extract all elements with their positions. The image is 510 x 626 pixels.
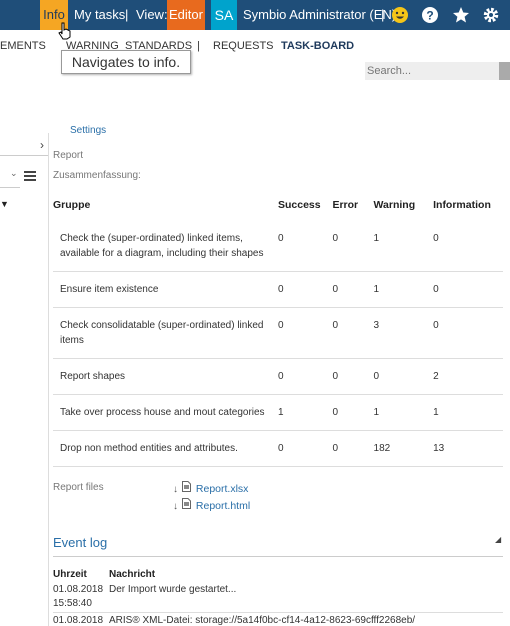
- search-button[interactable]: [499, 62, 510, 80]
- my-tasks-link[interactable]: My tasks: [74, 0, 125, 30]
- nav-elements[interactable]: EMENTS: [0, 40, 46, 52]
- row-information: 13: [433, 430, 503, 467]
- search-box: [365, 62, 510, 82]
- file-icon: [182, 496, 195, 513]
- top-navigation-bar: Info My tasks | View: Editor SA Symbio A…: [0, 0, 510, 30]
- row-information: 0: [433, 271, 503, 308]
- separator: |: [381, 7, 385, 22]
- report-file-html: ↓ Report.html: [173, 496, 250, 514]
- row-warning: 1: [373, 394, 434, 431]
- row-success: 0: [278, 307, 333, 359]
- row-error: 0: [332, 271, 374, 308]
- row-error: 0: [332, 394, 374, 431]
- column-header-error: Error: [332, 199, 359, 211]
- row-error: 0: [332, 307, 374, 359]
- row-information: 1: [433, 394, 503, 431]
- corner-triangle-icon[interactable]: ◢: [495, 535, 501, 544]
- avatar[interactable]: SA: [211, 0, 237, 30]
- user-menu[interactable]: Symbio Administrator (EN): [243, 0, 396, 30]
- row-warning: 0: [373, 358, 434, 395]
- help-icon[interactable]: ?: [421, 6, 439, 24]
- row-warning: 3: [373, 307, 434, 359]
- report-xlsx-link[interactable]: Report.xlsx: [196, 483, 249, 495]
- row-success: 0: [278, 221, 333, 272]
- separator: |: [125, 7, 129, 22]
- column-header-uhrzeit: Uhrzeit: [53, 569, 87, 580]
- row-error: 0: [332, 358, 374, 395]
- chevron-down-icon[interactable]: ⌄: [10, 168, 18, 179]
- hand-cursor-icon: [58, 22, 72, 45]
- table-row: Check the (super-ordinated) linked items…: [53, 221, 503, 272]
- view-label: View:: [136, 7, 168, 22]
- collapse-arrow-icon[interactable]: ›: [40, 138, 44, 152]
- report-html-link[interactable]: Report.html: [196, 500, 250, 512]
- table-row: Take over process house and mout categor…: [53, 394, 503, 431]
- search-input[interactable]: [365, 62, 499, 80]
- row-group: Drop non method entities and attributes.: [53, 430, 278, 467]
- file-icon: [182, 479, 195, 496]
- row-warning: 1: [373, 271, 434, 308]
- row-group: Take over process house and mout categor…: [53, 394, 278, 431]
- menu-icon[interactable]: [24, 168, 36, 186]
- row-success: 0: [278, 358, 333, 395]
- table-header-row: Gruppe Success Error Warning Information: [53, 195, 503, 221]
- row-group: Ensure item existence: [53, 271, 278, 308]
- event-log-title: Event log: [53, 535, 108, 550]
- table-row: Check consolidatable (super-ordinated) l…: [53, 307, 503, 359]
- column-header-success: Success: [278, 199, 321, 211]
- divider: [53, 556, 503, 557]
- row-group: Check the (super-ordinated) linked items…: [53, 221, 278, 272]
- row-success: 0: [278, 271, 333, 308]
- row-success: 0: [278, 430, 333, 467]
- event-time: 15:58:40: [53, 598, 92, 609]
- left-panel: › ⌄ ▼: [0, 133, 49, 626]
- row-success: 1: [278, 394, 333, 431]
- column-header-information: Information: [433, 199, 491, 211]
- summary-table: Gruppe Success Error Warning Information…: [53, 195, 503, 467]
- column-header-group: Gruppe: [53, 199, 91, 211]
- separator: |: [197, 40, 200, 52]
- download-icon[interactable]: ↓: [173, 501, 178, 512]
- event-date: 01.08.2018: [53, 615, 104, 626]
- table-row: Report shapes 0 0 0 2: [53, 358, 503, 395]
- report-label: Report: [53, 150, 84, 161]
- column-header-warning: Warning: [373, 199, 416, 211]
- svg-text:?: ?: [426, 9, 433, 23]
- smiley-icon[interactable]: [391, 6, 409, 24]
- star-icon[interactable]: [452, 6, 470, 24]
- divider: [0, 187, 20, 188]
- nav-taskboard[interactable]: TASK-BOARD: [281, 40, 354, 52]
- row-group: Report shapes: [53, 358, 278, 395]
- settings-link[interactable]: Settings: [70, 125, 106, 135]
- caret-down-icon[interactable]: ▼: [0, 199, 9, 209]
- row-error: 0: [332, 430, 374, 467]
- column-header-nachricht: Nachricht: [109, 569, 156, 580]
- row-warning: 182: [373, 430, 434, 467]
- divider: [53, 612, 503, 613]
- row-warning: 1: [373, 221, 434, 272]
- nav-requests[interactable]: REQUESTS: [213, 40, 274, 52]
- table-row: Drop non method entities and attributes.…: [53, 430, 503, 467]
- row-information: 0: [433, 307, 503, 359]
- event-message: Der Import wurde gestartet...: [109, 584, 237, 595]
- report-files-label: Report files: [53, 482, 104, 493]
- gear-icon[interactable]: [482, 6, 500, 24]
- row-information: 2: [433, 358, 503, 395]
- row-error: 0: [332, 221, 374, 272]
- table-row: Ensure item existence 0 0 1 0: [53, 271, 503, 308]
- divider: [0, 155, 48, 156]
- report-file-xlsx: ↓ Report.xlsx: [173, 479, 248, 497]
- download-icon[interactable]: ↓: [173, 484, 178, 495]
- row-information: 0: [433, 221, 503, 272]
- event-message: ARIS® XML-Datei: storage://5a14f0bc-cf14…: [109, 615, 416, 626]
- row-group: Check consolidatable (super-ordinated) l…: [53, 307, 278, 359]
- view-editor-button[interactable]: Editor: [167, 0, 205, 30]
- summary-label: Zusammenfassung:: [53, 170, 141, 181]
- tooltip: Navigates to info.: [61, 50, 191, 74]
- event-date: 01.08.2018: [53, 584, 104, 595]
